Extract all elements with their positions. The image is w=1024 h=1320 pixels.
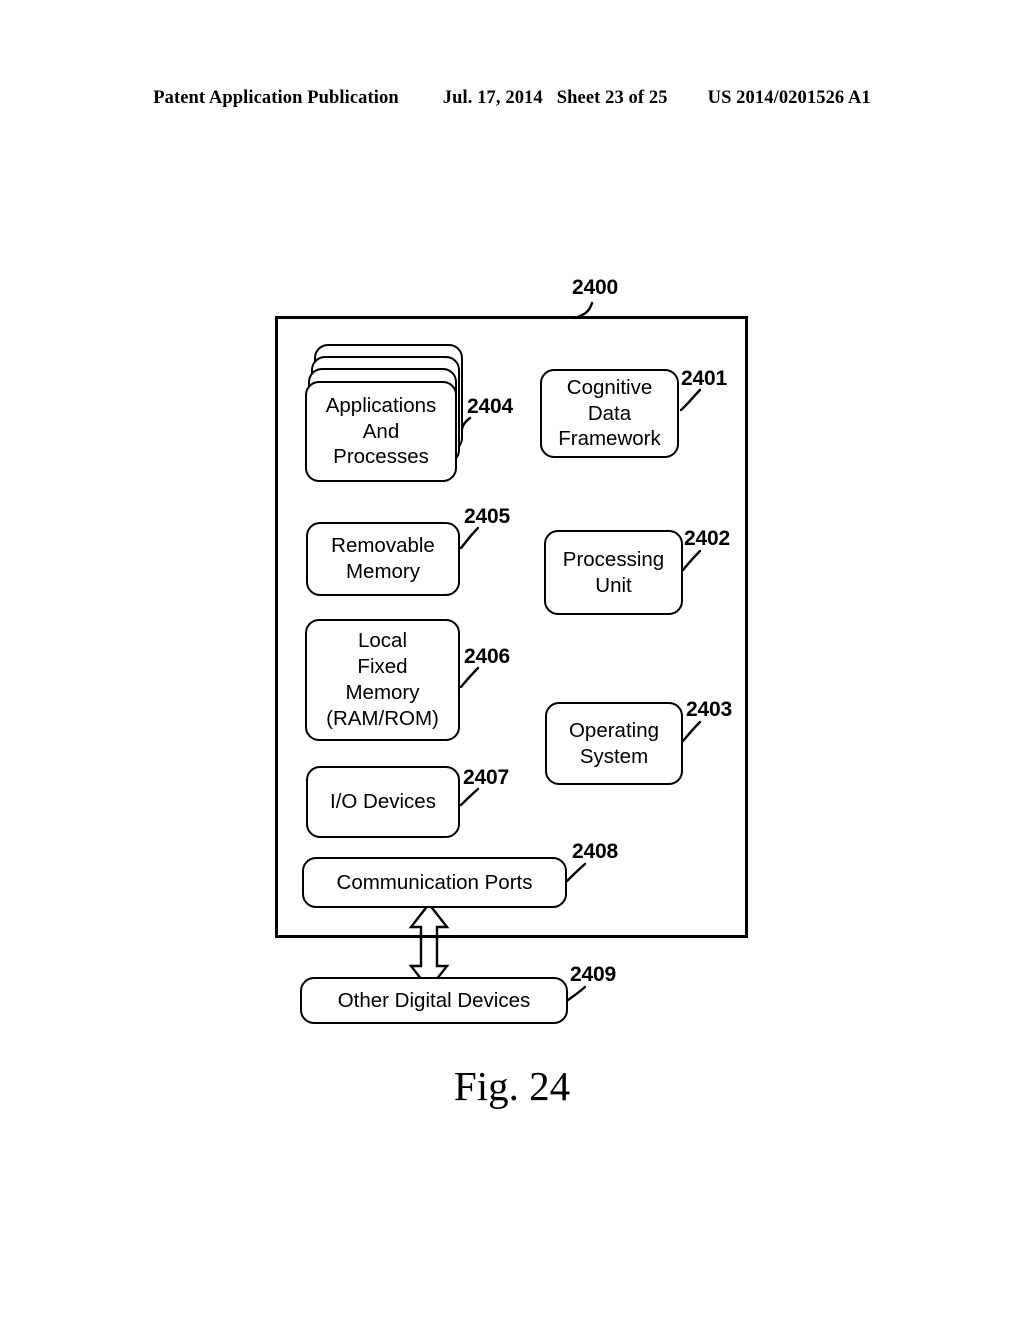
reference-numeral-2404: 2404 bbox=[467, 395, 513, 418]
processing-unit-line-1: Processing bbox=[562, 547, 665, 571]
applications-and-processes-line-3: Processes bbox=[333, 445, 429, 469]
figure-caption: Fig. 24 bbox=[453, 1063, 571, 1109]
other-digital-devices-line-1: Other Digital Devices bbox=[337, 988, 531, 1012]
applications-and-processes-line-2: And bbox=[362, 419, 400, 443]
reference-numeral-2406: 2406 bbox=[464, 645, 510, 668]
reference-numeral-2408: 2408 bbox=[572, 840, 618, 863]
io-devices-line-1: I/O Devices bbox=[330, 790, 436, 814]
cognitive-data-framework-line-3: Framework bbox=[558, 427, 661, 451]
reference-numeral-2400: 2400 bbox=[572, 276, 618, 299]
reference-numeral-2409: 2409 bbox=[570, 963, 616, 986]
cognitive-data-framework-box[interactable]: Cognitive Data Framework bbox=[540, 369, 679, 458]
reference-numeral-2401: 2401 bbox=[681, 367, 727, 390]
local-fixed-memory-line-2: Fixed bbox=[357, 655, 408, 679]
leader-2409 bbox=[566, 985, 587, 1002]
communication-ports-box[interactable]: Communication Ports bbox=[302, 857, 567, 908]
removable-memory-box[interactable]: Removable Memory bbox=[306, 522, 460, 596]
processing-unit-box[interactable]: Processing Unit bbox=[544, 530, 683, 615]
local-fixed-memory-line-1: Local bbox=[357, 629, 407, 653]
patent-figure: Applications And Processes Cognitive Dat… bbox=[0, 0, 1024, 1320]
applications-and-processes-box[interactable]: Applications And Processes bbox=[305, 381, 457, 482]
reference-numeral-2407: 2407 bbox=[463, 766, 509, 789]
reference-numeral-2402: 2402 bbox=[684, 527, 730, 550]
cognitive-data-framework-line-2: Data bbox=[587, 401, 632, 425]
reference-numeral-2403: 2403 bbox=[686, 698, 732, 721]
local-fixed-memory-line-3: Memory bbox=[345, 681, 420, 704]
applications-and-processes-line-1: Applications bbox=[325, 393, 437, 417]
removable-memory-line-1: Removable bbox=[331, 534, 435, 558]
operating-system-line-1: Operating bbox=[568, 718, 660, 742]
local-fixed-memory-line-4: (RAM/ROM) bbox=[326, 706, 439, 730]
operating-system-box[interactable]: Operating System bbox=[545, 702, 683, 785]
communication-ports-line-1: Communication Ports bbox=[336, 870, 533, 894]
io-devices-box[interactable]: I/O Devices bbox=[306, 766, 460, 838]
reference-numeral-2405: 2405 bbox=[464, 505, 510, 528]
cognitive-data-framework-line-1: Cognitive bbox=[566, 375, 653, 399]
operating-system-line-2: System bbox=[579, 744, 649, 768]
local-fixed-memory-box[interactable]: Local Fixed Memory (RAM/ROM) bbox=[305, 619, 460, 741]
removable-memory-line-2: Memory bbox=[345, 560, 421, 583]
other-digital-devices-box[interactable]: Other Digital Devices bbox=[300, 977, 568, 1024]
processing-unit-line-2: Unit bbox=[595, 573, 632, 597]
